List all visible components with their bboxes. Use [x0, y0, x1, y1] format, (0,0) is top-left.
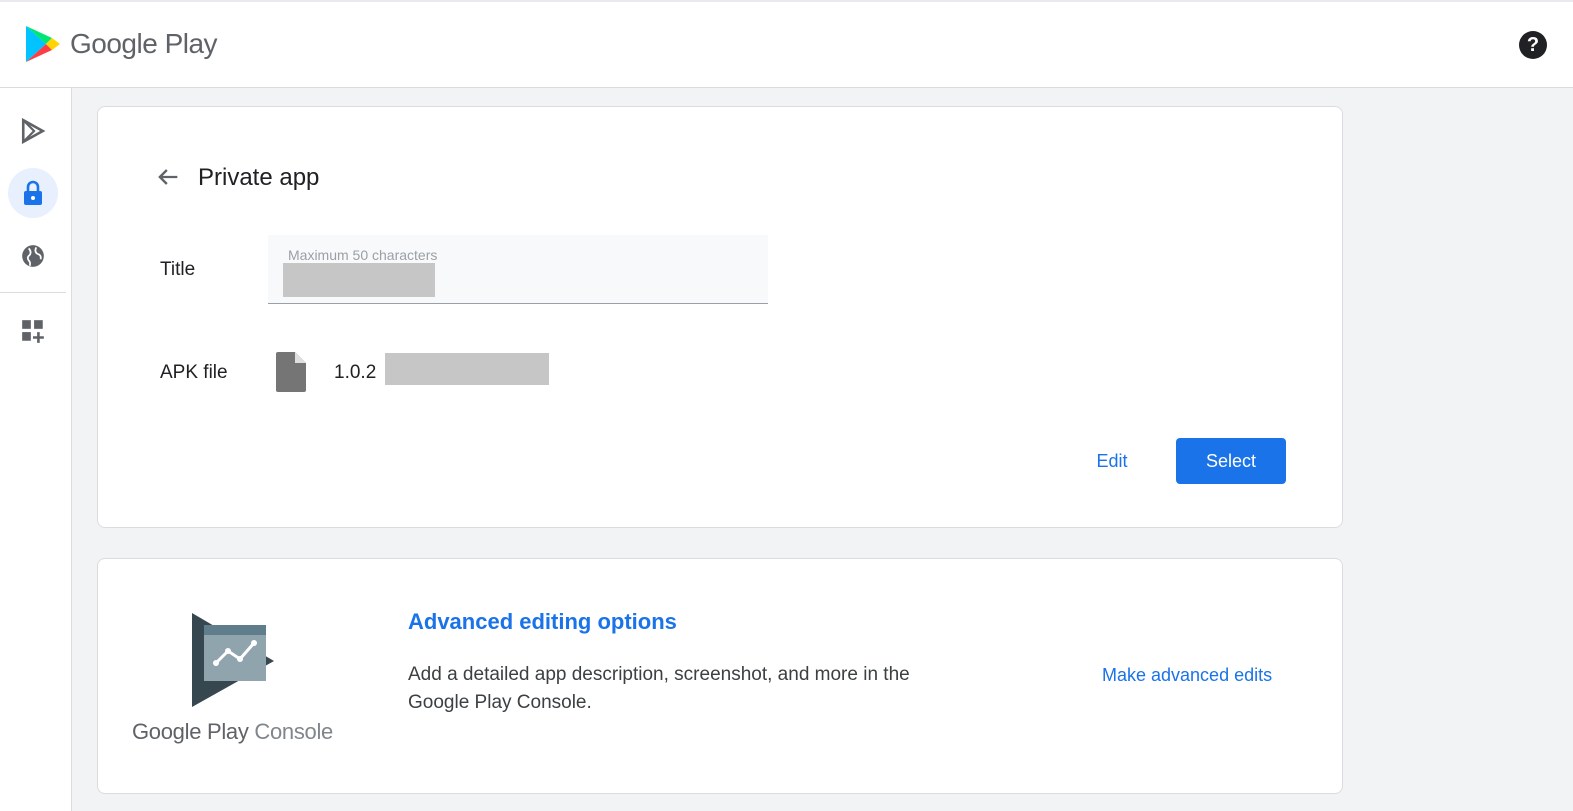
title-placeholder: Maximum 50 characters	[288, 247, 438, 263]
brand-name: Google Play	[70, 28, 218, 59]
select-button[interactable]: Select	[1176, 438, 1286, 484]
advanced-description: Add a detailed app description, screensh…	[408, 664, 910, 713]
left-nav-rail	[0, 88, 72, 811]
back-arrow-icon[interactable]	[154, 163, 182, 191]
file-icon	[276, 352, 306, 392]
google-play-logo[interactable]: Google Play	[24, 24, 218, 64]
globe-icon	[22, 245, 44, 267]
apk-filename-redacted	[385, 353, 549, 385]
title-input[interactable]: Maximum 50 characters	[268, 235, 768, 304]
wordmark-google-play: Google Play	[132, 719, 249, 744]
title-value-redacted	[283, 263, 435, 297]
rail-item-add-widgets[interactable]	[8, 306, 58, 356]
rail-item-play-apps[interactable]	[8, 106, 58, 156]
play-apps-icon	[21, 118, 46, 144]
wordmark-console: Console	[254, 719, 333, 744]
apk-version: 1.0.2	[334, 362, 377, 383]
advanced-title: Advanced editing options	[408, 609, 677, 634]
widgets-add-icon	[22, 320, 44, 343]
rail-item-web[interactable]	[8, 231, 58, 281]
make-advanced-edits-link[interactable]: Make advanced edits	[1102, 665, 1272, 686]
apk-file-label: APK file	[160, 362, 228, 383]
edit-button[interactable]: Edit	[1080, 439, 1144, 483]
top-bar: Google Play ?	[0, 0, 1573, 88]
play-console-wordmark: Google Play Console	[132, 719, 333, 745]
lock-icon	[24, 180, 42, 205]
rail-item-private[interactable]	[8, 168, 58, 218]
page-title: Private app	[198, 164, 320, 191]
title-label: Title	[160, 259, 196, 280]
private-app-card: Private app Title Maximum 50 characters …	[97, 106, 1343, 528]
advanced-editing-card: Google Play Console Advanced editing opt…	[97, 558, 1343, 794]
help-icon[interactable]: ?	[1519, 31, 1547, 59]
rail-divider	[0, 292, 66, 293]
play-logo-icon	[26, 26, 60, 62]
